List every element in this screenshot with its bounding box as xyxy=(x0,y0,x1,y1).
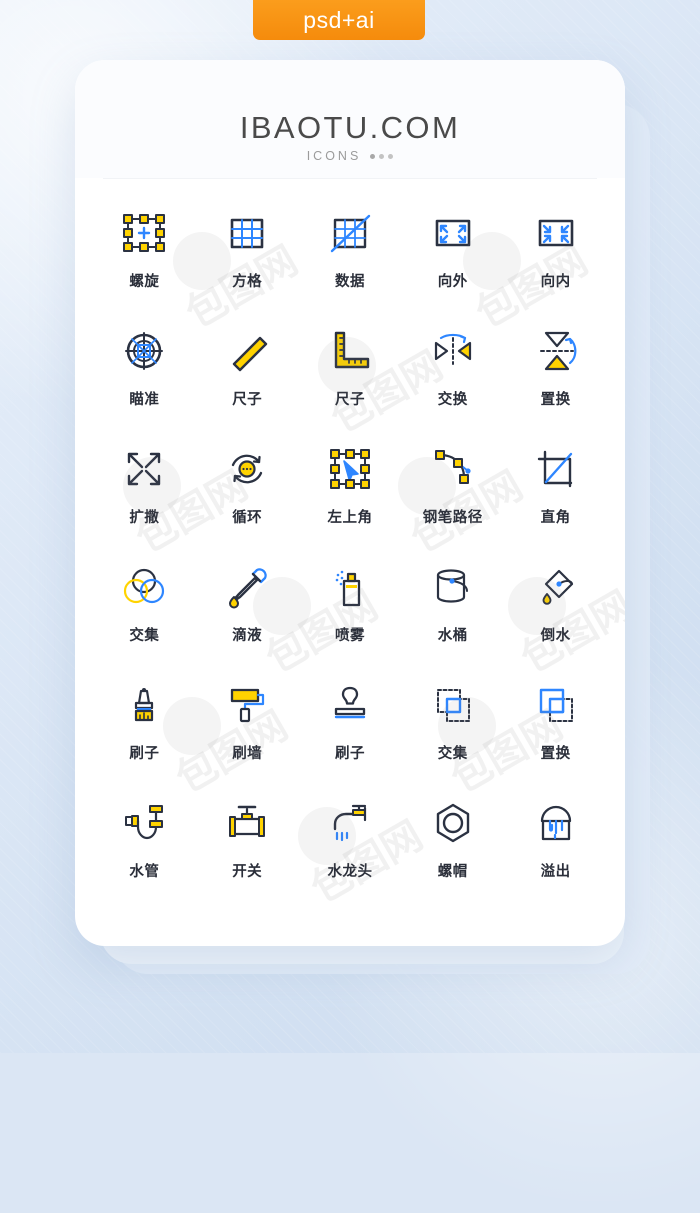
icon-cell-pipe-trap[interactable]: 水管 xyxy=(93,790,196,900)
icon-label: 置换 xyxy=(540,746,571,762)
header-divider xyxy=(103,178,597,179)
icon-label: 水桶 xyxy=(437,628,468,644)
transform-handles-icon xyxy=(111,200,177,266)
overflow-bucket-icon xyxy=(523,790,589,856)
icon-cell-pen-path[interactable]: 钢笔路径 xyxy=(401,436,504,546)
icon-label: 向内 xyxy=(540,274,571,290)
icon-label: 水龙头 xyxy=(327,864,373,880)
icon-cell-valve-switch[interactable]: 开关 xyxy=(196,790,299,900)
icon-label: 数据 xyxy=(334,274,365,290)
icon-cell-crosshair-target[interactable]: 瞄准 xyxy=(93,318,196,428)
hex-nut-icon xyxy=(420,790,486,856)
icon-cell-intersect-squares[interactable]: 交集 xyxy=(401,672,504,782)
icon-cell-grid-diagonal[interactable]: 数据 xyxy=(299,200,402,310)
icon-cell-spray-can[interactable]: 喷雾 xyxy=(299,554,402,664)
icon-cell-expand-outward[interactable]: 向外 xyxy=(401,200,504,310)
icon-cell-hex-nut[interactable]: 螺帽 xyxy=(401,790,504,900)
icon-cell-cursor-selection[interactable]: 左上角 xyxy=(299,436,402,546)
icon-label: 滴液 xyxy=(232,628,263,644)
ruler-diagonal-icon xyxy=(214,318,280,384)
pour-bucket-icon xyxy=(523,554,589,620)
icon-cell-paint-roller[interactable]: 刷墙 xyxy=(196,672,299,782)
icon-cell-collapse-inward[interactable]: 向内 xyxy=(504,200,607,310)
pipe-trap-icon xyxy=(111,790,177,856)
page-title: IBAOTU.COM xyxy=(239,110,461,145)
icon-label: 交集 xyxy=(129,628,160,644)
icon-label: 喷雾 xyxy=(334,628,365,644)
icon-cell-venn-circles[interactable]: 交集 xyxy=(93,554,196,664)
swap-vertical-icon xyxy=(523,318,589,384)
icon-label: 溢出 xyxy=(540,864,571,880)
icon-label: 螺旋 xyxy=(129,274,160,290)
icon-cell-transform-handles[interactable]: 螺旋 xyxy=(93,200,196,310)
icon-label: 左上角 xyxy=(327,510,373,526)
grid-diagonal-icon xyxy=(317,200,383,266)
spray-can-icon xyxy=(317,554,383,620)
icon-cell-ruler-lshape[interactable]: 尺子 xyxy=(299,318,402,428)
valve-switch-icon xyxy=(214,790,280,856)
icon-cell-faucet[interactable]: 水龙头 xyxy=(299,790,402,900)
page-subtitle: ICONS xyxy=(306,149,362,163)
swap-horizontal-icon xyxy=(420,318,486,384)
icon-cell-paint-brush[interactable]: 刷子 xyxy=(93,672,196,782)
paint-brush-icon xyxy=(111,672,177,738)
icon-label: 交集 xyxy=(437,746,468,762)
icon-set-card: IBAOTU.COM ICONS 螺旋 方格 数据 向外 向内 瞄准 尺子 尺子 交换 置换 扩撒循… xyxy=(75,60,625,946)
faucet-icon xyxy=(317,790,383,856)
paint-bucket-icon xyxy=(420,554,486,620)
expand-outward-icon xyxy=(420,200,486,266)
crosshair-target-icon xyxy=(111,318,177,384)
icon-label: 尺子 xyxy=(232,392,263,408)
paint-roller-icon xyxy=(214,672,280,738)
icon-label: 开关 xyxy=(232,864,263,880)
icon-label: 钢笔路径 xyxy=(422,510,483,526)
icon-label: 循环 xyxy=(232,510,263,526)
grid-square-icon xyxy=(214,200,280,266)
icon-label: 刷墙 xyxy=(232,746,263,762)
icon-label: 直角 xyxy=(540,510,571,526)
icon-label: 扩撒 xyxy=(129,510,160,526)
icon-label: 交换 xyxy=(437,392,468,408)
eyedropper-icon xyxy=(214,554,280,620)
psd-ai-tag: psd+ai xyxy=(253,0,425,40)
icon-cell-stamp-brush[interactable]: 刷子 xyxy=(299,672,402,782)
icon-label: 方格 xyxy=(232,274,263,290)
icon-label: 瞄准 xyxy=(129,392,160,408)
icon-cell-paint-bucket[interactable]: 水桶 xyxy=(401,554,504,664)
icon-label: 倒水 xyxy=(540,628,571,644)
icon-label: 尺子 xyxy=(334,392,365,408)
intersect-squares-icon xyxy=(420,672,486,738)
loop-refresh-icon xyxy=(214,436,280,502)
icon-label: 水管 xyxy=(129,864,160,880)
icon-cell-crop-right-angle[interactable]: 直角 xyxy=(504,436,607,546)
icon-cell-loop-refresh[interactable]: 循环 xyxy=(196,436,299,546)
dots-decoration xyxy=(370,153,394,159)
icon-cell-four-arrows-expand[interactable]: 扩撒 xyxy=(93,436,196,546)
icon-cell-overflow-bucket[interactable]: 溢出 xyxy=(504,790,607,900)
replace-squares-icon xyxy=(523,672,589,738)
icon-label: 刷子 xyxy=(129,746,160,762)
icon-cell-swap-vertical[interactable]: 置换 xyxy=(504,318,607,428)
subtitle-row: ICONS xyxy=(75,149,625,163)
icon-cell-swap-horizontal[interactable]: 交换 xyxy=(401,318,504,428)
icon-grid: 螺旋 方格 数据 向外 向内 瞄准 尺子 尺子 交换 置换 扩撒 循环 左上角 钢笔路径 直角 交集 滴液 喷雾水… xyxy=(93,200,607,900)
icon-cell-ruler-diagonal[interactable]: 尺子 xyxy=(196,318,299,428)
icon-label: 置换 xyxy=(540,392,571,408)
cursor-selection-icon xyxy=(317,436,383,502)
icon-cell-eyedropper[interactable]: 滴液 xyxy=(196,554,299,664)
icon-cell-grid-square[interactable]: 方格 xyxy=(196,200,299,310)
crop-right-angle-icon xyxy=(523,436,589,502)
ruler-lshape-icon xyxy=(317,318,383,384)
stamp-brush-icon xyxy=(317,672,383,738)
icon-label: 向外 xyxy=(437,274,468,290)
venn-circles-icon xyxy=(111,554,177,620)
four-arrows-expand-icon xyxy=(111,436,177,502)
pen-path-icon xyxy=(420,436,486,502)
icon-cell-pour-bucket[interactable]: 倒水 xyxy=(504,554,607,664)
icon-label: 刷子 xyxy=(334,746,365,762)
icon-label: 螺帽 xyxy=(437,864,468,880)
collapse-inward-icon xyxy=(523,200,589,266)
icon-cell-replace-squares[interactable]: 置换 xyxy=(504,672,607,782)
